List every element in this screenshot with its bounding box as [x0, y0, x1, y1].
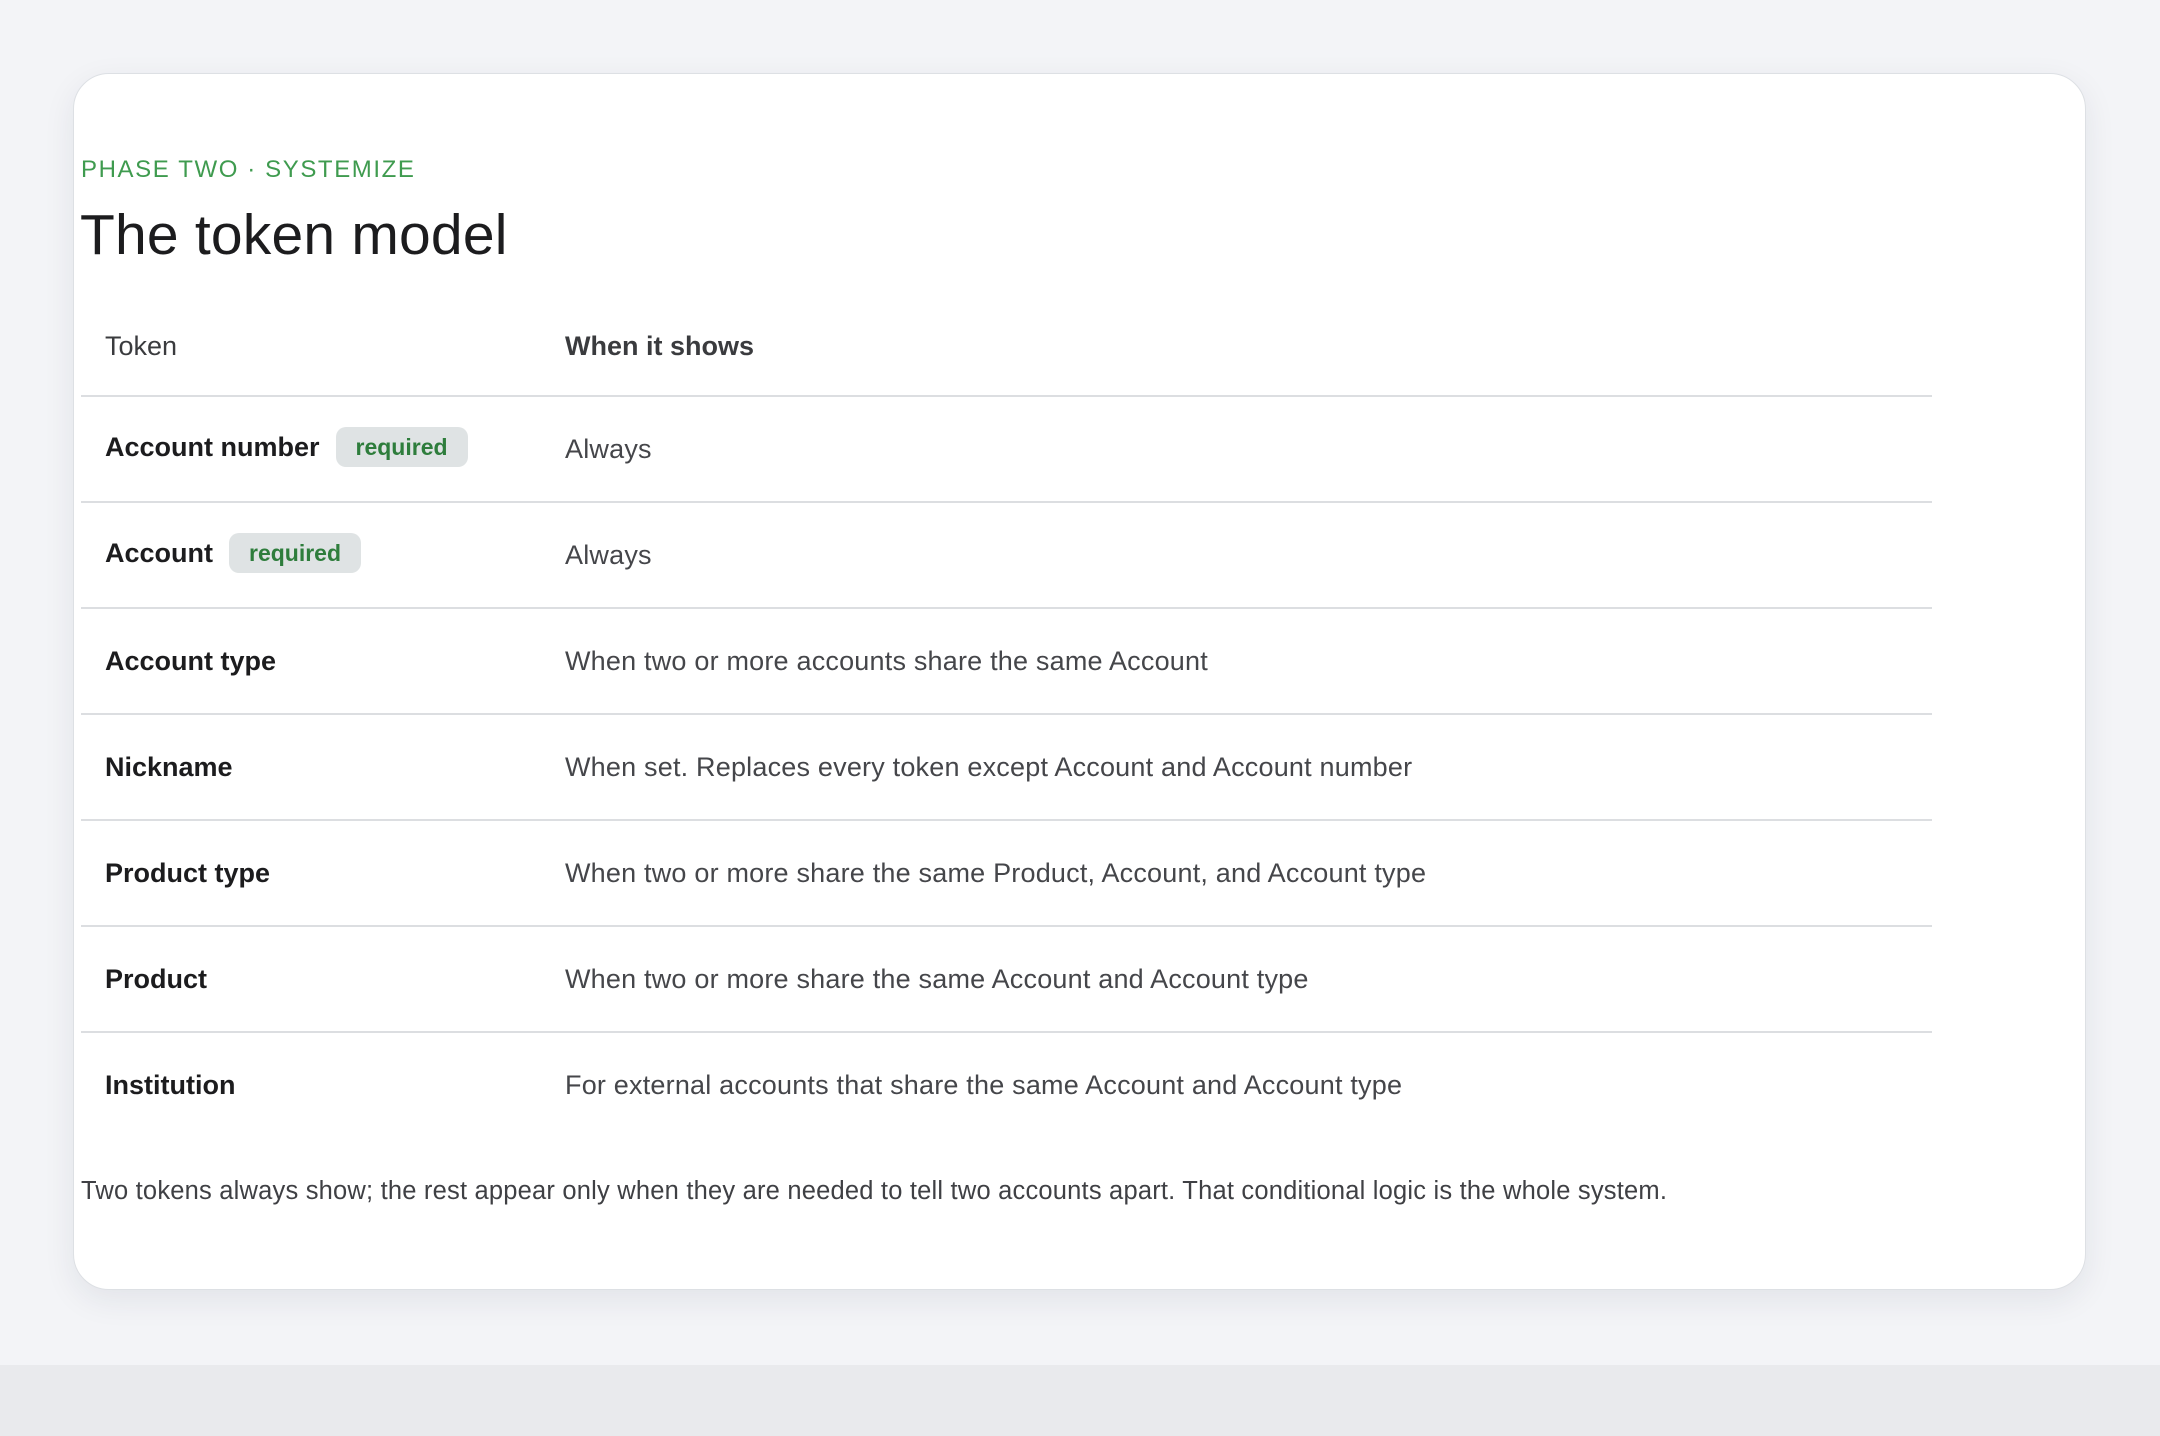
token-cell: Account number required	[81, 396, 541, 503]
token-table: Token When it shows Account number requir…	[81, 298, 1932, 1137]
token-cell: Institution	[81, 1032, 541, 1137]
when-text: Always	[565, 540, 652, 570]
token-name: Product	[105, 964, 208, 994]
table-row: Account number required Always	[81, 396, 1932, 503]
token-name: Account	[105, 538, 213, 569]
column-header-token: Token	[81, 298, 541, 397]
page-title: The token model	[80, 203, 508, 267]
when-text: For external accounts that share the sam…	[565, 1070, 1403, 1100]
table-row: Product type When two or more share the …	[81, 820, 1932, 927]
column-header-when: When it shows	[541, 298, 1932, 397]
token-name: Account type	[105, 646, 277, 676]
when-cell: When set. Replaces every token except Ac…	[541, 714, 1932, 821]
when-cell: Always	[541, 396, 1932, 503]
table-row: Nickname When set. Replaces every token …	[81, 714, 1932, 821]
when-text: Always	[565, 434, 652, 464]
section-eyebrow: PHASE TWO · SYSTEMIZE	[81, 156, 416, 183]
when-text: When set. Replaces every token except Ac…	[565, 752, 1413, 782]
token-cell: Product	[81, 926, 541, 1033]
table-row: Account required Always	[81, 502, 1932, 609]
token-name: Product type	[105, 858, 271, 888]
when-cell: When two or more accounts share the same…	[541, 608, 1932, 715]
when-cell: For external accounts that share the sam…	[541, 1032, 1932, 1137]
token-name: Nickname	[105, 752, 233, 782]
token-name: Institution	[105, 1070, 236, 1100]
table-row: Institution For external accounts that s…	[81, 1032, 1932, 1137]
required-badge: required	[229, 533, 362, 573]
token-cell: Account type	[81, 608, 541, 715]
table-row: Product When two or more share the same …	[81, 926, 1932, 1033]
token-cell: Nickname	[81, 714, 541, 821]
when-cell: Always	[541, 502, 1932, 609]
required-badge: required	[335, 427, 468, 467]
table-header-row: Token When it shows	[81, 298, 1932, 397]
token-cell: Account required	[81, 502, 541, 609]
when-text: When two or more accounts share the same…	[565, 646, 1208, 676]
when-text: When two or more share the same Product,…	[565, 858, 1427, 888]
when-cell: When two or more share the same Account …	[541, 926, 1932, 1033]
when-text: When two or more share the same Account …	[565, 964, 1309, 994]
when-cell: When two or more share the same Product,…	[541, 820, 1932, 927]
table-row: Account type When two or more accounts s…	[81, 608, 1932, 715]
bottom-band	[0, 1365, 2160, 1436]
footnote: Two tokens always show; the rest appear …	[81, 1177, 1668, 1205]
token-name: Account number	[105, 432, 320, 463]
token-cell: Product type	[81, 820, 541, 927]
